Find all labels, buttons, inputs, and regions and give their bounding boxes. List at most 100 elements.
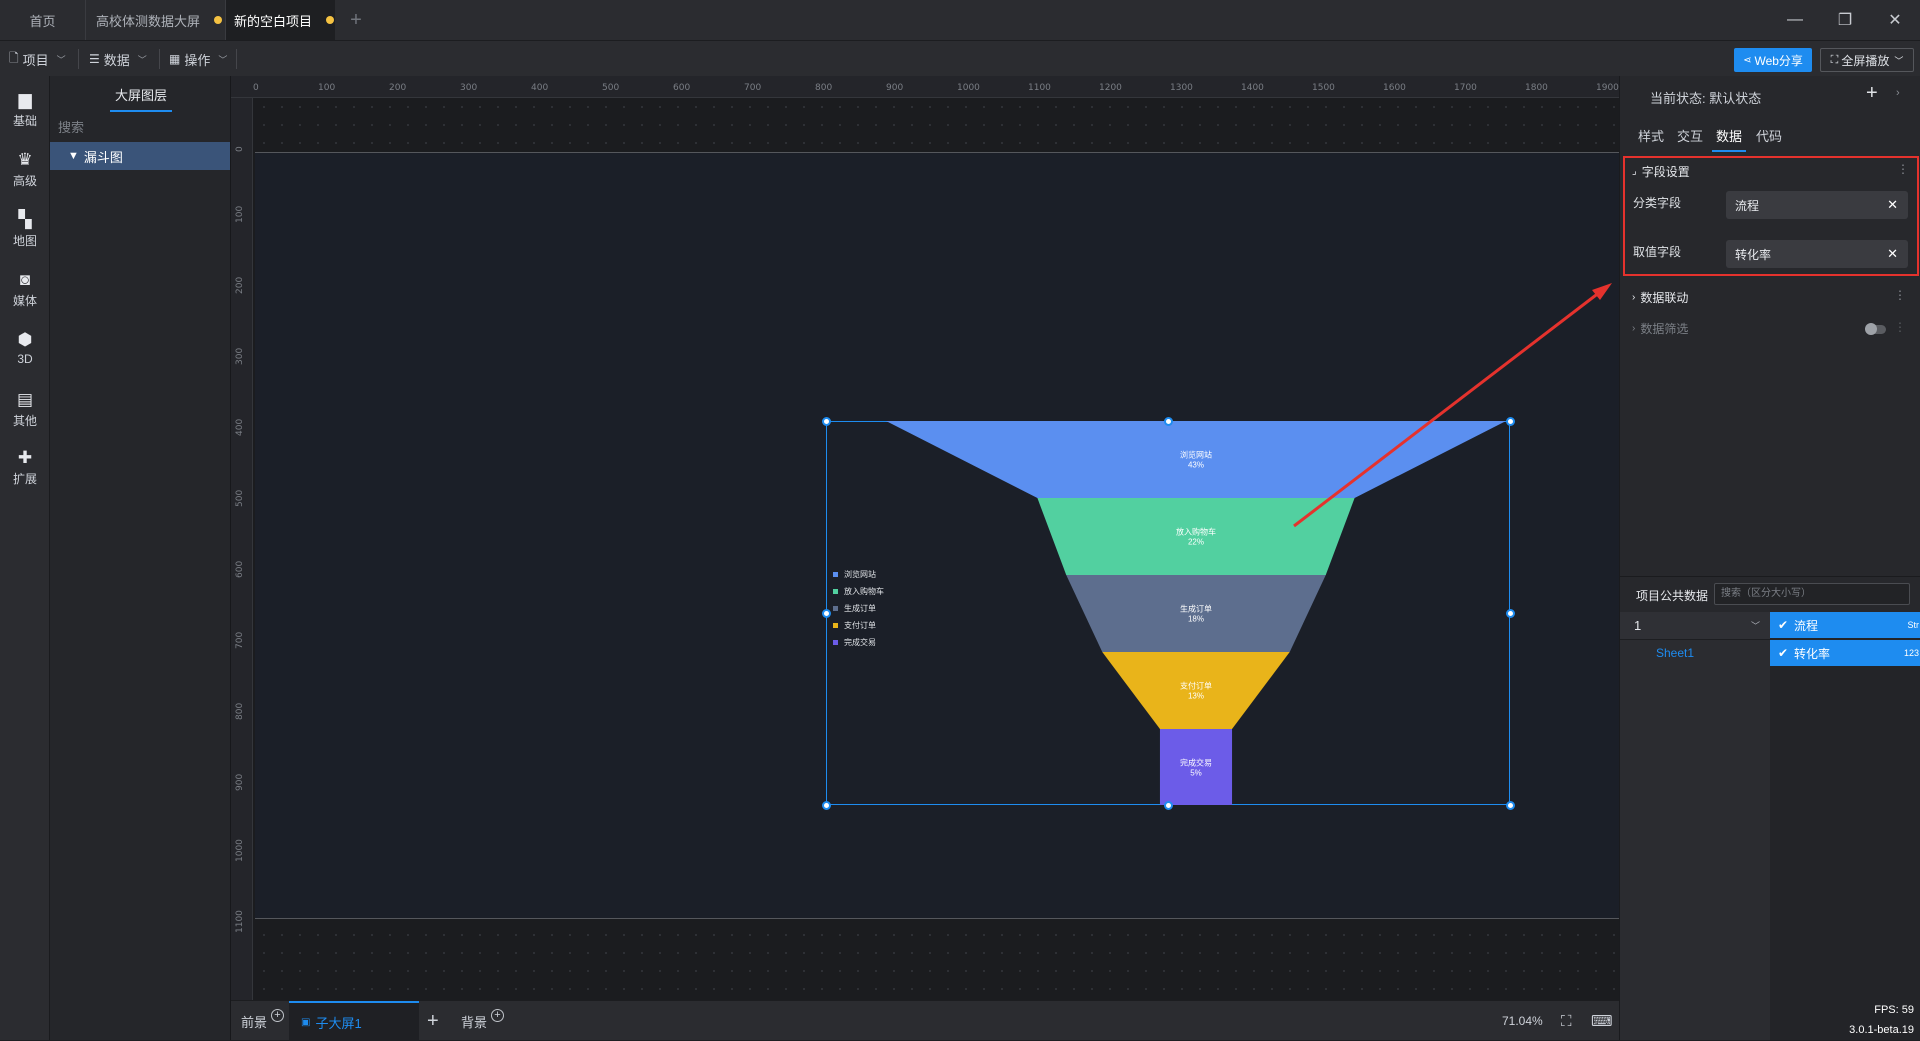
add-tab-button[interactable]: + bbox=[342, 0, 370, 40]
data-linkage-header[interactable]: › 数据联动 bbox=[1632, 289, 1688, 306]
resize-handle[interactable] bbox=[822, 801, 831, 810]
add-circle-icon[interactable]: + bbox=[491, 1008, 505, 1022]
layers-title[interactable]: 大屏图层 bbox=[110, 84, 172, 112]
funnel-segment[interactable] bbox=[1102, 652, 1290, 729]
legend-item[interactable]: 浏览网站 bbox=[833, 569, 876, 580]
category-field-select[interactable]: 流程 ✕ bbox=[1726, 191, 1908, 219]
filter-toggle[interactable] bbox=[1865, 323, 1886, 335]
foreground-tab[interactable]: 前景 + bbox=[241, 1001, 285, 1041]
divider bbox=[236, 49, 237, 69]
tab-code[interactable]: 代码 bbox=[1756, 126, 1782, 152]
chevron-right-icon: › bbox=[1632, 292, 1636, 303]
tab-style[interactable]: 样式 bbox=[1638, 126, 1664, 152]
clear-icon[interactable]: ✕ bbox=[1887, 197, 1898, 213]
legend-item[interactable]: 支付订单 bbox=[833, 620, 876, 631]
sheet-item[interactable]: Sheet1 bbox=[1656, 646, 1694, 660]
data-source-select[interactable]: 1 ﹀ bbox=[1620, 612, 1770, 640]
tab-home[interactable]: 首页 bbox=[0, 0, 85, 40]
ruler-tick: 400 bbox=[531, 83, 549, 93]
web-share-button[interactable]: ⋖ Web分享 bbox=[1734, 48, 1812, 72]
funnel-segment[interactable] bbox=[1037, 498, 1355, 575]
funnel-segment[interactable] bbox=[1066, 575, 1326, 652]
sub-screen-tab[interactable]: ▣ 子大屏1 bbox=[289, 1001, 419, 1041]
status-readout: FPS: 59 3.0.1-beta.19 bbox=[1619, 1000, 1914, 1040]
fullscreen-play-button[interactable]: ⛶ 全屏播放 ﹀ bbox=[1820, 48, 1914, 72]
add-circle-icon[interactable]: + bbox=[271, 1008, 285, 1022]
ruler-tick: 500 bbox=[602, 83, 620, 93]
legend-item[interactable]: 放入购物车 bbox=[833, 586, 884, 597]
background-tab[interactable]: 背景 + bbox=[461, 1001, 505, 1041]
restore-button[interactable]: ❐ bbox=[1820, 0, 1870, 40]
tab-new-project[interactable]: 新的空白项目 bbox=[225, 0, 335, 40]
resize-handle[interactable] bbox=[822, 417, 831, 426]
zoom-level[interactable]: 71.04% bbox=[1502, 1001, 1543, 1041]
funnel-segment[interactable] bbox=[886, 421, 1506, 498]
tab-interaction[interactable]: 交互 bbox=[1677, 126, 1703, 152]
field-name: 流程 bbox=[1794, 618, 1819, 633]
ruler-tick: 800 bbox=[815, 83, 833, 93]
ruler-tick: 1200 bbox=[1099, 83, 1122, 93]
chevron-down-icon: ﹀ bbox=[137, 54, 147, 65]
data-menu[interactable]: ☰ 数据 ﹀ bbox=[89, 41, 147, 77]
ruler-tick: 200 bbox=[389, 83, 407, 93]
rail-item-media[interactable]: ◙ 媒体 bbox=[0, 262, 50, 318]
layer-item-funnel[interactable]: ▼ 漏斗图 bbox=[50, 142, 230, 170]
legend-swatch bbox=[833, 572, 838, 577]
clear-icon[interactable]: ✕ bbox=[1887, 246, 1898, 262]
ruler-tick: 400 bbox=[235, 418, 245, 436]
resize-handle[interactable] bbox=[1164, 801, 1173, 810]
chevron-right-icon[interactable]: › bbox=[1896, 87, 1900, 99]
public-data-search-input[interactable]: 搜索（区分大小写） bbox=[1714, 583, 1910, 605]
collapse-icon: ⌟ bbox=[1632, 166, 1637, 177]
add-screen-button[interactable]: + bbox=[427, 1001, 439, 1041]
legend-item[interactable]: 完成交易 bbox=[833, 637, 876, 648]
button-label: Web分享 bbox=[1754, 53, 1803, 68]
keyboard-icon[interactable]: ⌨ bbox=[1591, 1001, 1613, 1041]
file-icon: 🗋 bbox=[9, 50, 19, 65]
legend-label: 生成订单 bbox=[844, 604, 876, 613]
data-source-list: 1 ﹀ Sheet1 bbox=[1620, 612, 1770, 1040]
tab-data[interactable]: 数据 bbox=[1712, 126, 1747, 152]
current-state[interactable]: 当前状态: 默认状态 bbox=[1650, 88, 1761, 107]
grid-icon: ▦ bbox=[169, 52, 181, 66]
rail-item-basic[interactable]: ▆ 基础 bbox=[0, 82, 50, 138]
ruler-tick: 0 bbox=[253, 83, 259, 93]
more-icon[interactable]: ⋮ bbox=[1894, 288, 1906, 302]
resize-handle[interactable] bbox=[1164, 417, 1173, 426]
toolbar: 🗋 项目 ﹀ ☰ 数据 ﹀ ▦ 操作 ﹀ ⋖ Web分享 ⛶ 全屏播放 ﹀ bbox=[0, 40, 1920, 76]
properties-panel: 当前状态: 默认状态 + › 样式 交互 数据 代码 ⌟ 字段设置 ⋮ 分类字段 … bbox=[1619, 76, 1920, 1040]
section-title: 字段设置 bbox=[1641, 165, 1690, 179]
minimize-button[interactable]: — bbox=[1770, 0, 1820, 40]
canvas-area[interactable]: 0 100 200 300 400 500 600 700 800 900 1000 1100 1200… bbox=[231, 76, 1619, 1000]
project-menu[interactable]: 🗋 项目 ﹀ bbox=[9, 41, 66, 77]
rail-item-other[interactable]: ▤ 其他 bbox=[0, 382, 50, 438]
resize-handle[interactable] bbox=[1506, 801, 1515, 810]
funnel-category-label: 支付订单 bbox=[1180, 681, 1212, 691]
puzzle-icon: ✚ bbox=[17, 448, 33, 467]
rail-item-advanced[interactable]: ♛ 高级 bbox=[0, 142, 50, 198]
chevron-right-icon: › bbox=[1632, 323, 1636, 334]
divider bbox=[159, 49, 160, 69]
fit-screen-icon[interactable]: ⛶ bbox=[1561, 1001, 1572, 1041]
resize-handle[interactable] bbox=[1506, 417, 1515, 426]
value-field-select[interactable]: 转化率 ✕ bbox=[1726, 240, 1908, 268]
tab-school-dashboard[interactable]: 高校体测数据大屏 bbox=[85, 0, 225, 40]
field-item[interactable]: ✔ 流程 Str bbox=[1770, 612, 1920, 638]
rail-item-map[interactable]: ▚ 地图 bbox=[0, 202, 50, 258]
rail-item-extend[interactable]: ✚ 扩展 bbox=[0, 440, 50, 496]
legend-item[interactable]: 生成订单 bbox=[833, 603, 876, 614]
funnel-chart[interactable]: 浏览网站43%放入购物车22%生成订单18%支付订单13%完成交易5% bbox=[826, 421, 1510, 805]
resize-handle[interactable] bbox=[822, 609, 831, 618]
rail-item-3d[interactable]: ⬢ 3D bbox=[0, 320, 50, 376]
layers-search-input[interactable]: 搜索 bbox=[58, 116, 223, 140]
more-icon[interactable]: ⋮ bbox=[1894, 320, 1906, 334]
field-item[interactable]: ✔ 转化率 123 bbox=[1770, 640, 1920, 666]
field-settings-header[interactable]: ⌟ 字段设置 bbox=[1632, 163, 1690, 180]
close-window-button[interactable]: ✕ bbox=[1870, 0, 1920, 40]
ruler-tick: 600 bbox=[673, 83, 691, 93]
resize-handle[interactable] bbox=[1506, 609, 1515, 618]
more-icon[interactable]: ⋮ bbox=[1897, 162, 1909, 176]
operation-menu[interactable]: ▦ 操作 ﹀ bbox=[169, 41, 227, 77]
add-state-button[interactable]: + bbox=[1866, 82, 1878, 105]
data-filter-header[interactable]: › 数据筛选 bbox=[1632, 320, 1688, 337]
